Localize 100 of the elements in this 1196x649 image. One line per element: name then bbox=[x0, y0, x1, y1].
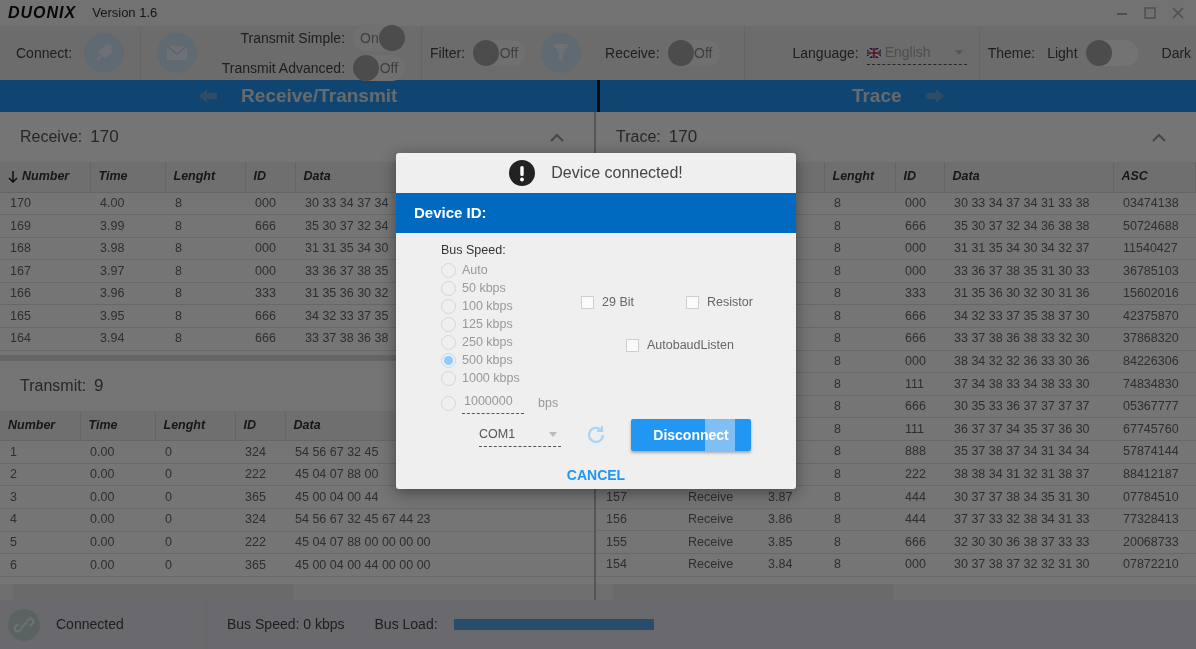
table-cell: 45 00 04 00 44 00 00 00 bbox=[285, 553, 594, 577]
panel-title: Trace bbox=[851, 83, 902, 108]
table-cell: 03474138 bbox=[1113, 192, 1196, 215]
table-cell: Receive bbox=[678, 508, 758, 531]
field-label: Filter: bbox=[430, 43, 466, 63]
column-header[interactable]: ID bbox=[235, 410, 285, 441]
table-cell: 666 bbox=[895, 214, 944, 238]
table-cell: 32 30 30 36 38 37 33 33 bbox=[944, 530, 1113, 554]
table-cell: 000 bbox=[895, 350, 944, 373]
table-cell: 8 bbox=[824, 350, 895, 373]
table-cell: 36785103 bbox=[1113, 259, 1196, 283]
table-cell: 30 37 38 37 32 32 31 30 bbox=[944, 553, 1113, 577]
table-cell: 07872210 bbox=[1113, 553, 1196, 577]
table-cell: 8 bbox=[824, 553, 895, 577]
table-cell: 166 bbox=[0, 282, 90, 305]
column-header[interactable]: Lenght bbox=[155, 410, 235, 441]
flag-icon bbox=[866, 47, 881, 58]
table-cell: 8 bbox=[165, 304, 245, 328]
table-cell: 8 bbox=[824, 372, 895, 396]
table-cell: 0.00 bbox=[80, 508, 155, 532]
table-cell: 8 bbox=[165, 237, 245, 260]
chevron-up-icon[interactable] bbox=[550, 132, 564, 142]
table-cell: 88412187 bbox=[1113, 463, 1196, 486]
column-header[interactable]: Lenght bbox=[824, 162, 895, 192]
field-label: Language: bbox=[792, 43, 859, 63]
column-header[interactable]: ID bbox=[245, 162, 295, 192]
table-cell: 1 bbox=[0, 440, 80, 464]
field-label: Connect: bbox=[16, 43, 73, 63]
table-cell: 35 30 37 32 34 36 38 38 bbox=[944, 214, 1113, 238]
table-cell: 666 bbox=[245, 327, 295, 351]
table-cell: 50724688 bbox=[1113, 214, 1196, 238]
table-cell: 169 bbox=[0, 214, 90, 238]
field-label: Receive: bbox=[605, 43, 660, 63]
table-cell: 170 bbox=[0, 192, 90, 215]
column-header[interactable]: ID bbox=[895, 162, 944, 192]
horizontal-scrollbar[interactable] bbox=[596, 584, 1196, 600]
table-cell: 333 bbox=[245, 282, 295, 305]
table-cell: 42375870 bbox=[1113, 304, 1196, 328]
table-cell: 156 bbox=[596, 508, 678, 531]
chevron-up-icon[interactable] bbox=[1152, 132, 1166, 142]
column-header[interactable]: Time bbox=[80, 410, 155, 441]
table-cell: 666 bbox=[245, 214, 295, 238]
table-cell: Receive bbox=[678, 553, 758, 577]
column-header[interactable]: Number bbox=[0, 162, 90, 192]
table-cell: 37 34 38 33 34 38 33 30 bbox=[944, 372, 1113, 396]
table-cell: 8 bbox=[165, 259, 245, 283]
close-icon[interactable] bbox=[1172, 7, 1184, 19]
table-cell: 222 bbox=[235, 531, 285, 554]
column-header[interactable]: Time bbox=[90, 162, 165, 192]
maximize-icon[interactable] bbox=[1144, 7, 1156, 19]
horizontal-scrollbar[interactable] bbox=[0, 584, 594, 600]
toggle-switch[interactable] bbox=[1085, 40, 1138, 66]
table-cell: 0.00 bbox=[80, 463, 155, 486]
panel-title: Receive/Transmit bbox=[241, 83, 398, 108]
column-header[interactable]: Lenght bbox=[165, 162, 245, 192]
arrow-right-icon[interactable] bbox=[925, 89, 944, 103]
table-cell: 165 bbox=[0, 304, 90, 328]
trace-count: 170 bbox=[668, 126, 698, 149]
table-cell: 0 bbox=[155, 463, 235, 486]
alert-icon bbox=[509, 160, 536, 186]
column-header[interactable]: Number bbox=[0, 410, 80, 441]
table-cell: 222 bbox=[235, 463, 285, 486]
caret-icon bbox=[549, 432, 557, 437]
table-cell: 45 04 07 88 00 00 00 00 bbox=[285, 531, 594, 554]
table-cell: 31 31 35 34 30 34 32 37 bbox=[944, 237, 1113, 260]
table-cell: 5 bbox=[0, 531, 80, 554]
table-cell: 164 bbox=[0, 327, 90, 351]
connection-status: Connected bbox=[56, 615, 125, 634]
table-cell: 000 bbox=[895, 259, 944, 283]
refresh-icon[interactable] bbox=[585, 424, 607, 446]
bus-speed-label: Bus Speed: 0 kbps bbox=[227, 615, 345, 634]
option-label: Light bbox=[1047, 44, 1078, 61]
table-cell: 8 bbox=[824, 440, 895, 464]
table-cell: 31 35 36 30 32 30 31 36 bbox=[944, 282, 1113, 305]
table-cell: 666 bbox=[895, 395, 944, 418]
table-cell: 0 bbox=[155, 485, 235, 509]
arrow-left-icon[interactable] bbox=[199, 89, 218, 103]
column-header[interactable]: Data bbox=[944, 162, 1113, 192]
table-cell: 15602016 bbox=[1113, 282, 1196, 305]
table-cell: 0.00 bbox=[80, 553, 155, 577]
receive-count: 170 bbox=[90, 126, 119, 149]
section-label: Transmit: bbox=[20, 375, 87, 396]
table-cell: 168 bbox=[0, 237, 90, 260]
column-header[interactable]: ASC bbox=[1113, 162, 1196, 192]
table-cell: 34 32 33 37 35 38 37 30 bbox=[944, 304, 1113, 328]
table-cell: 8 bbox=[824, 327, 895, 351]
table-cell: 000 bbox=[245, 192, 295, 215]
dialog-message: Device connected! bbox=[551, 163, 683, 183]
section-label: Trace: bbox=[616, 127, 661, 147]
table-cell: 444 bbox=[895, 508, 944, 531]
table-cell: 36 37 37 34 35 37 36 30 bbox=[944, 417, 1113, 441]
section-label: Receive: bbox=[20, 127, 83, 147]
table-cell: 30 33 34 37 34 31 33 38 bbox=[944, 192, 1113, 215]
table-cell: 74834830 bbox=[1113, 372, 1196, 396]
table-cell: 11540427 bbox=[1113, 237, 1196, 260]
table-cell: 324 bbox=[235, 440, 285, 464]
table-cell: 666 bbox=[245, 304, 295, 328]
table-cell: 33 36 37 38 35 31 30 33 bbox=[944, 259, 1113, 283]
table-cell: 3.98 bbox=[90, 237, 165, 260]
sort-down-icon bbox=[8, 171, 18, 184]
